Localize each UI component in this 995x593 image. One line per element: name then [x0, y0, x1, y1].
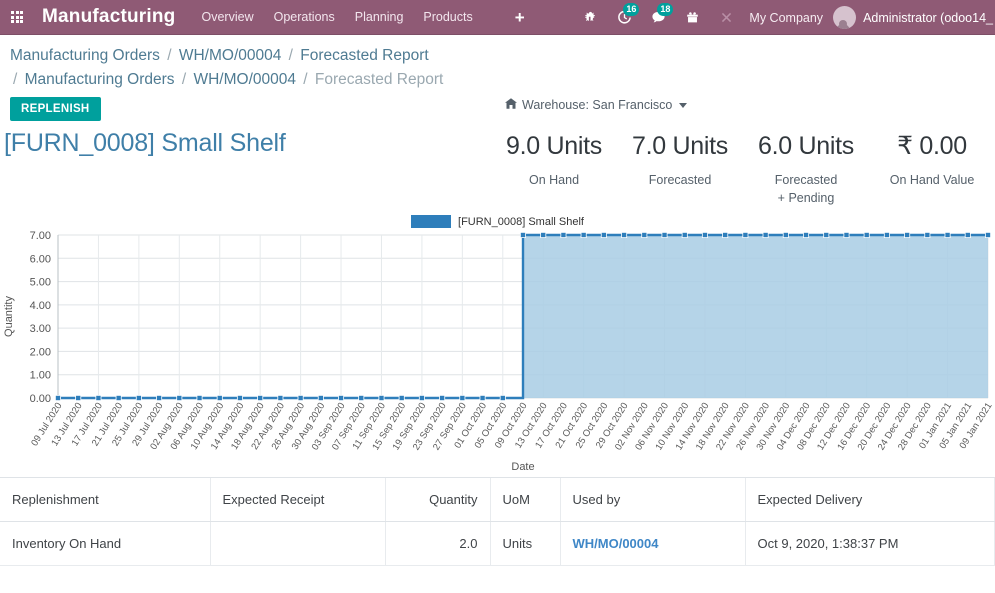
forecast-table: Replenishment Expected Receipt Quantity …	[0, 478, 995, 567]
svg-text:5.00: 5.00	[30, 277, 51, 289]
breadcrumb-manufacturing-orders-2[interactable]: Manufacturing Orders	[25, 71, 175, 88]
control-panel: Manufacturing Orders / WH/MO/00004 / For…	[0, 35, 995, 126]
svg-text:Quantity: Quantity	[3, 296, 15, 337]
kpi-forecasted[interactable]: 7.0 Units Forecasted	[617, 131, 743, 207]
kpi-forecasted-value: 7.0 Units	[632, 132, 728, 161]
main-menu: Overview Operations Planning Products +	[202, 9, 525, 26]
kpi-forecasted-pending[interactable]: 6.0 Units Forecasted + Pending	[743, 131, 869, 207]
company-selector[interactable]: My Company	[749, 11, 823, 25]
menu-item-planning[interactable]: Planning	[355, 10, 404, 24]
svg-text:0.00: 0.00	[30, 393, 51, 405]
kpi-on-hand-value-money[interactable]: ₹ 0.00 On Hand Value	[869, 131, 995, 207]
menu-item-operations[interactable]: Operations	[274, 10, 335, 24]
breadcrumb-separator: /	[167, 47, 172, 64]
breadcrumb-separator: /	[303, 70, 308, 88]
kpi-on-hand-label: On Hand	[528, 173, 580, 188]
product-header: [FURN_0008] Small Shelf 9.0 Units On Han…	[0, 125, 995, 215]
breadcrumb: Manufacturing Orders / WH/MO/00004 / For…	[0, 35, 995, 91]
replenish-button[interactable]: REPLENISH	[10, 97, 101, 122]
table-body: Inventory On Hand 2.0 Units WH/MO/00004 …	[0, 521, 995, 567]
cell-used-by: WH/MO/00004	[560, 521, 746, 567]
bug-icon[interactable]	[573, 0, 607, 35]
control-panel-actions: REPLENISH Warehouse: San Francisco	[0, 91, 995, 125]
breadcrumb-line-2: / Manufacturing Orders / WH/MO/00004 / F…	[10, 68, 985, 92]
activity-badge-count: 16	[623, 3, 640, 16]
svg-text:7.00: 7.00	[30, 230, 51, 242]
col-header-uom[interactable]: UoM	[490, 478, 561, 523]
svg-text:6.00: 6.00	[30, 253, 51, 265]
cell-expected-delivery: Oct 9, 2020, 1:38:37 PM	[745, 521, 995, 567]
user-name-label: Administrator (odoo14_	[863, 10, 993, 25]
menu-item-overview[interactable]: Overview	[202, 10, 254, 24]
avatar	[833, 6, 857, 29]
top-navbar: Manufacturing Overview Operations Planni…	[0, 0, 995, 35]
breadcrumb-separator: /	[13, 70, 18, 88]
forecast-chart[interactable]: [FURN_0008] Small Shelf 0.00 1.00 2.00 3.00…	[0, 215, 995, 477]
breadcrumb-separator: /	[288, 47, 293, 64]
gift-icon[interactable]	[675, 0, 709, 35]
navbar-right-group: 16 18 My Company Administrator (odoo14_	[573, 0, 995, 35]
product-title-link[interactable]: [FURN_0008] Small Shelf	[2, 129, 286, 158]
chart-canvas: 0.001.002.003.004.005.006.007.0009 Jul 2…	[3, 230, 995, 473]
breadcrumb-wh-mo-00004[interactable]: WH/MO/00004	[179, 47, 282, 64]
kpi-group: 9.0 Units On Hand 7.0 Units Forecasted 6…	[491, 131, 995, 207]
user-menu[interactable]: Administrator (odoo14_	[833, 6, 995, 29]
breadcrumb-manufacturing-orders[interactable]: Manufacturing Orders	[10, 47, 160, 64]
table-row[interactable]: Inventory On Hand 2.0 Units WH/MO/00004 …	[0, 521, 995, 567]
svg-text:3.00: 3.00	[30, 323, 51, 335]
svg-text:4.00: 4.00	[30, 300, 51, 312]
kpi-on-hand-value-label: On Hand Value	[889, 173, 975, 188]
used-by-record-link[interactable]: WH/MO/00004	[573, 536, 659, 551]
close-x-icon[interactable]	[709, 0, 743, 35]
breadcrumb-line-1: Manufacturing Orders / WH/MO/00004 / For…	[10, 44, 985, 68]
kpi-on-hand[interactable]: 9.0 Units On Hand	[491, 131, 617, 207]
cell-expected-receipt	[210, 521, 386, 567]
kpi-on-hand-value: 9.0 Units	[506, 132, 602, 161]
breadcrumb-forecasted-report[interactable]: Forecasted Report	[300, 47, 428, 64]
chevron-down-icon	[679, 102, 688, 108]
warehouse-home-icon	[505, 98, 517, 112]
warehouse-filter-label: Warehouse: San Francisco	[522, 98, 673, 113]
kpi-forecasted-pending-label: Forecasted + Pending	[774, 173, 838, 206]
svg-text:1.00: 1.00	[30, 370, 51, 382]
warehouse-filter-dropdown[interactable]: Warehouse: San Francisco	[505, 98, 688, 113]
apps-grid-icon[interactable]	[0, 11, 34, 23]
breadcrumb-separator: /	[181, 70, 187, 88]
cell-replenishment: Inventory On Hand	[0, 521, 211, 567]
forecast-table-wrapper: Replenishment Expected Receipt Quantity …	[0, 477, 995, 567]
cell-quantity: 2.0	[385, 521, 491, 567]
table-header: Replenishment Expected Receipt Quantity …	[0, 478, 995, 523]
activity-clock-icon[interactable]: 16	[607, 0, 641, 35]
kpi-forecasted-label: Forecasted	[648, 173, 712, 188]
cell-uom: Units	[490, 521, 561, 567]
kpi-on-hand-value-amount: ₹ 0.00	[897, 132, 967, 161]
breadcrumb-current-forecasted-report: Forecasted Report	[314, 70, 444, 88]
col-header-quantity[interactable]: Quantity	[385, 478, 491, 523]
messaging-badge-count: 18	[657, 3, 674, 16]
col-header-expected-receipt[interactable]: Expected Receipt	[210, 478, 386, 523]
app-brand-title[interactable]: Manufacturing	[42, 6, 176, 28]
messaging-chat-icon[interactable]: 18	[641, 0, 675, 35]
menu-item-products[interactable]: Products	[423, 10, 472, 24]
breadcrumb-wh-mo-00004-2[interactable]: WH/MO/00004	[193, 71, 296, 88]
kpi-forecasted-pending-value: 6.0 Units	[758, 132, 854, 161]
table-header-row: Replenishment Expected Receipt Quantity …	[0, 478, 995, 523]
add-new-icon[interactable]: +	[515, 9, 525, 26]
col-header-replenishment[interactable]: Replenishment	[0, 478, 211, 523]
svg-text:Date: Date	[511, 461, 534, 473]
col-header-used-by[interactable]: Used by	[560, 478, 746, 523]
col-header-expected-delivery[interactable]: Expected Delivery	[745, 478, 995, 523]
svg-text:2.00: 2.00	[30, 347, 51, 359]
